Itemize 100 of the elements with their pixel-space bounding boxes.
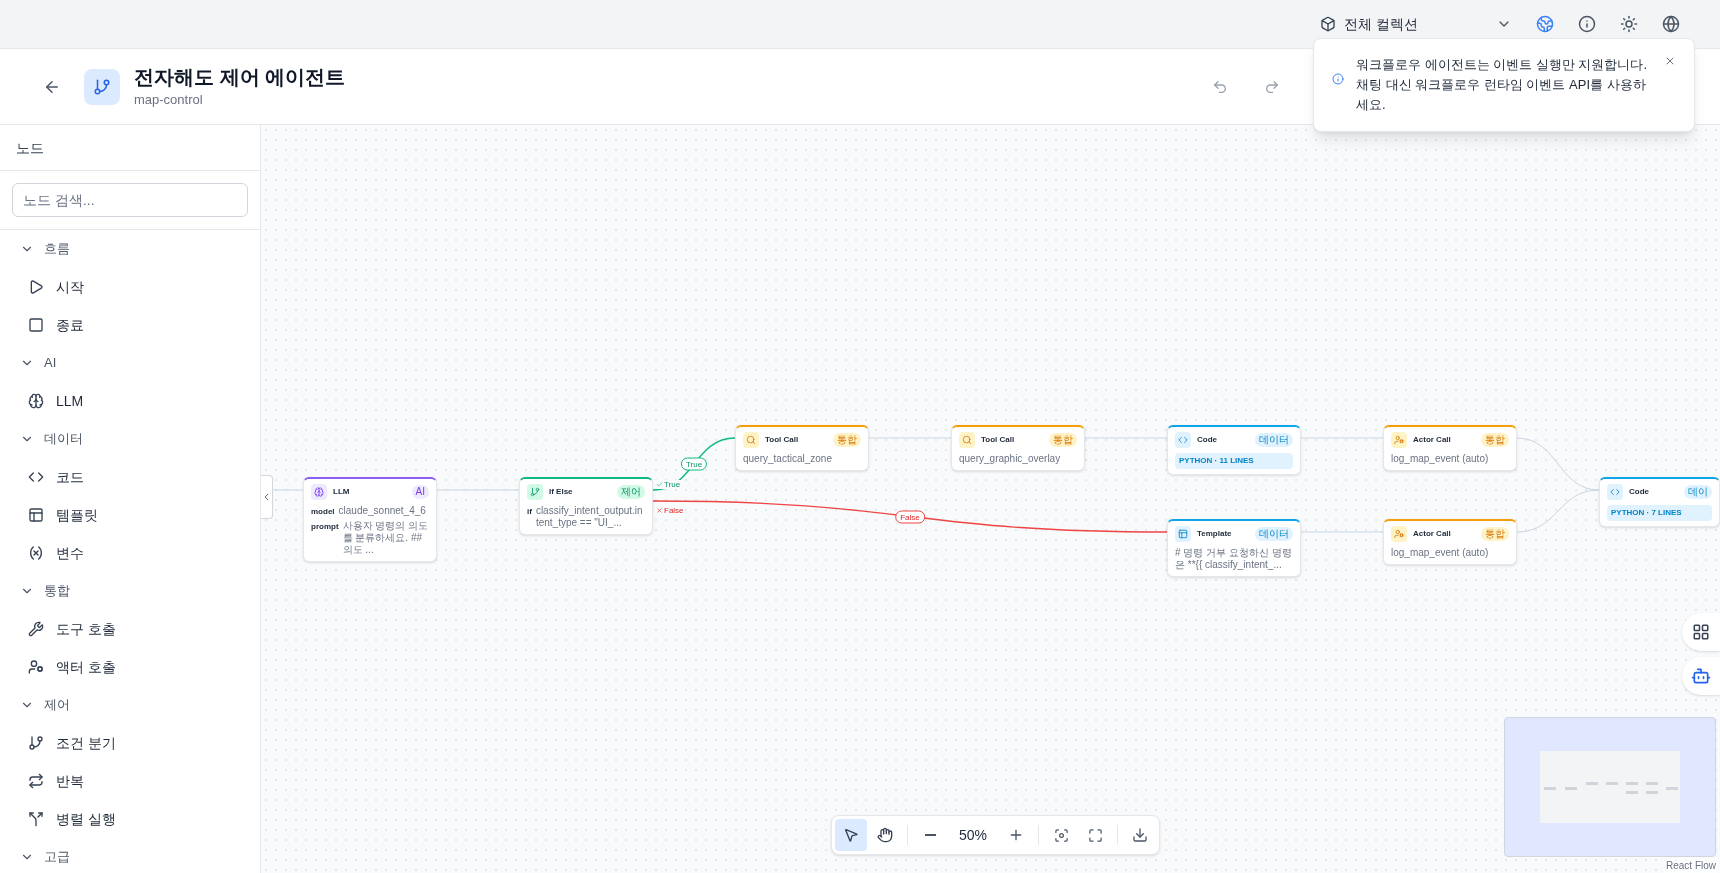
info-icon[interactable] <box>1578 15 1596 33</box>
node-category: 통합 <box>833 433 861 447</box>
node-palette-item[interactable]: LLM <box>0 382 260 420</box>
node-palette-item[interactable]: 액터 호출 <box>0 648 260 686</box>
group-header[interactable]: 제어 <box>0 686 260 724</box>
cross-icon <box>656 507 663 514</box>
node-detail: # 명령 거부 요청하신 명령은 **{{ classify_intent_... <box>1175 547 1293 571</box>
zoom-level: 50% <box>958 826 988 845</box>
search-field[interactable]: 노드 검색... <box>12 183 248 217</box>
node-title: Code <box>1197 434 1218 446</box>
node-title: Template <box>1197 528 1233 540</box>
node-detail: query_tactical_zone <box>743 453 833 465</box>
branch-icon <box>28 735 44 751</box>
check-icon <box>656 481 663 488</box>
repeat-icon <box>28 773 44 789</box>
sun-icon[interactable] <box>1620 15 1638 33</box>
node-palette-item[interactable]: 병렬 실행 <box>0 800 260 838</box>
brain-icon <box>311 484 327 500</box>
workflow-node[interactable]: LLM AI model claude_sonnet_4_6 prompt 사용자 명령의 의도를 분류하세요. ## 의도 ... <box>303 477 437 562</box>
code-icon <box>1607 484 1623 500</box>
assistant-button[interactable] <box>1682 657 1720 695</box>
close-icon <box>1664 55 1676 67</box>
download-icon <box>1132 827 1148 843</box>
workflow-node[interactable]: Tool Call 통합 query_graphic_overlay <box>951 425 1085 471</box>
node-title: Actor Call <box>1413 434 1452 446</box>
code-summary: PYTHON · 11 LINES <box>1175 453 1293 469</box>
field-value: 사용자 명령의 의도를 분류하세요. ## 의도 ... <box>342 520 429 556</box>
collection-label[interactable]: 전체 컬렉션 <box>1344 14 1418 34</box>
close-button[interactable] <box>1664 55 1676 67</box>
edge-label: False <box>895 510 925 523</box>
workflow-node[interactable]: Tool Call 통합 query_tactical_zone <box>735 425 869 471</box>
node-palette-item[interactable]: 도구 호출 <box>0 610 260 648</box>
attribution-link[interactable]: React Flow <box>1664 858 1718 873</box>
field-key: prompt <box>311 521 339 533</box>
node-category: 데이터 <box>1255 433 1293 447</box>
branch-icon <box>527 484 543 500</box>
search-icon <box>959 432 975 448</box>
play-icon <box>28 279 44 295</box>
node-palette-item[interactable]: 종료 <box>0 306 260 344</box>
minus-icon <box>924 834 936 836</box>
node-category: AI <box>411 485 429 499</box>
node-palette-item[interactable]: 시작 <box>0 268 260 306</box>
workflow-slug: map-control <box>134 90 204 109</box>
node-palette-item[interactable]: 변수 <box>0 534 260 572</box>
square-icon <box>28 317 44 333</box>
apps-button[interactable] <box>1682 613 1720 651</box>
hand-icon <box>877 827 893 843</box>
node-category: 제어 <box>617 485 645 499</box>
workflow-node[interactable]: Template 데이터 # 명령 거부 요청하신 명령은 **{{ classify_intent_... <box>1167 519 1301 577</box>
field-key: model <box>311 506 335 518</box>
pointer-tool-button[interactable] <box>835 819 867 851</box>
toast-message: 워크플로우 에이전트는 이벤트 실행만 지원합니다. 채팅 대신 워크플로우 런타임 이벤트 API를 사용하세요. <box>1356 56 1648 114</box>
node-category: 데이 <box>1684 485 1712 499</box>
node-category: 데이터 <box>1255 527 1293 541</box>
group-header[interactable]: 흐름 <box>0 230 260 268</box>
code-icon <box>28 469 44 485</box>
language-icon[interactable] <box>1662 15 1680 33</box>
branch-output-label: True <box>655 480 682 489</box>
node-category: 통합 <box>1481 433 1509 447</box>
group-header[interactable]: 고급 <box>0 838 260 873</box>
node-title: LLM <box>333 486 351 498</box>
node-title: Tool Call <box>981 434 1016 446</box>
focus-icon <box>1053 827 1069 843</box>
wrench-icon <box>28 621 44 637</box>
group-header[interactable]: AI <box>0 344 260 382</box>
field-key: if <box>527 506 532 518</box>
node-detail: log_map_event (auto) <box>1391 453 1490 465</box>
edge-label: True <box>680 457 708 471</box>
node-palette-item[interactable]: 템플릿 <box>0 496 260 534</box>
undo-icon[interactable] <box>1212 78 1228 95</box>
workflow-node[interactable]: Code 데이터 PYTHON · 11 LINES <box>1167 425 1301 475</box>
info-icon <box>1332 73 1344 85</box>
node-title: If Else <box>549 486 574 498</box>
node-title: Code <box>1629 486 1650 498</box>
workflow-node[interactable]: Actor Call 통합 log_map_event (auto) <box>1383 425 1517 471</box>
code-summary: PYTHON · 7 LINES <box>1607 505 1712 521</box>
node-palette-item[interactable]: 코드 <box>0 458 260 496</box>
variable-icon <box>28 545 44 561</box>
grid-icon <box>1692 623 1710 641</box>
pointer-icon <box>843 827 859 843</box>
node-detail: query_graphic_overlay <box>959 453 1062 465</box>
panel-title: 노드 <box>16 138 44 158</box>
user-gear-icon <box>1391 432 1407 448</box>
split-icon <box>28 811 44 827</box>
node-palette-item[interactable]: 조건 분기 <box>0 724 260 762</box>
redo-icon[interactable] <box>1264 78 1280 95</box>
node-title: Actor Call <box>1413 528 1452 540</box>
robot-icon <box>1691 666 1711 686</box>
fullscreen-icon <box>1087 827 1103 843</box>
plus-icon <box>1008 827 1024 843</box>
panels-icon <box>28 507 44 523</box>
box-icon <box>1320 16 1337 32</box>
node-category: 통합 <box>1481 527 1509 541</box>
globe-icon[interactable] <box>1536 15 1554 33</box>
group-header[interactable]: 데이터 <box>0 420 260 458</box>
node-palette-item[interactable]: 반복 <box>0 762 260 800</box>
workflow-node[interactable]: Code 데이 PYTHON · 7 LINES <box>1599 477 1720 527</box>
group-header[interactable]: 통합 <box>0 572 260 610</box>
branch-output-label: False <box>655 506 685 515</box>
workflow-node[interactable]: Actor Call 통합 log_map_event (auto) <box>1383 519 1517 565</box>
